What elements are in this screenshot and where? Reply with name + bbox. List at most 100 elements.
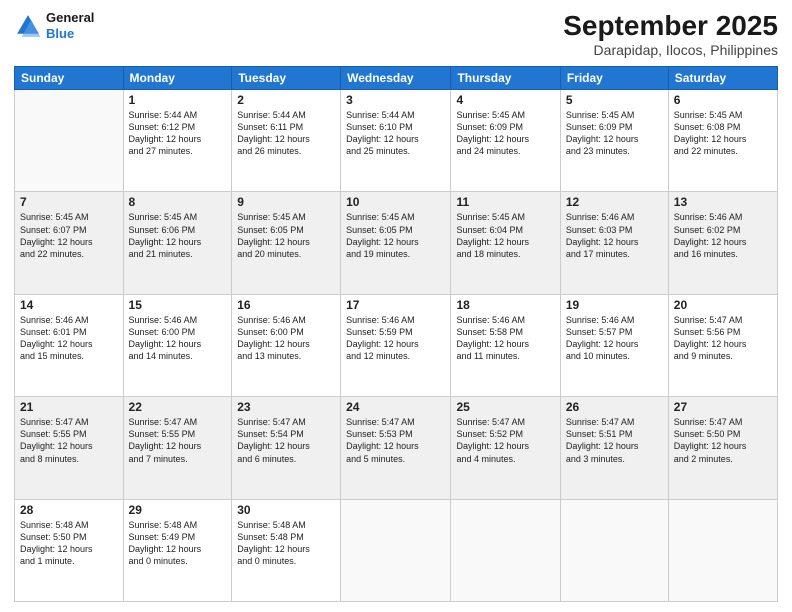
day-number: 13 [674, 195, 772, 209]
logo: General Blue [14, 10, 94, 41]
day-number: 11 [456, 195, 554, 209]
cell-info: Sunrise: 5:44 AM Sunset: 6:12 PM Dayligh… [129, 109, 227, 158]
calendar-cell: 23 Sunrise: 5:47 AM Sunset: 5:54 PM Dayli… [232, 397, 341, 499]
calendar-cell: 2 Sunrise: 5:44 AM Sunset: 6:11 PM Daylig… [232, 90, 341, 192]
cell-info: Sunrise: 5:47 AM Sunset: 5:53 PM Dayligh… [346, 416, 445, 465]
day-number: 16 [237, 298, 335, 312]
cell-info: Sunrise: 5:47 AM Sunset: 5:52 PM Dayligh… [456, 416, 554, 465]
cell-info: Sunrise: 5:47 AM Sunset: 5:54 PM Dayligh… [237, 416, 335, 465]
logo-line1: General [46, 10, 94, 26]
cell-info: Sunrise: 5:46 AM Sunset: 6:02 PM Dayligh… [674, 211, 772, 260]
cell-info: Sunrise: 5:47 AM Sunset: 5:50 PM Dayligh… [674, 416, 772, 465]
col-header-monday: Monday [123, 67, 232, 90]
day-number: 26 [566, 400, 663, 414]
day-number: 15 [129, 298, 227, 312]
day-number: 28 [20, 503, 118, 517]
col-header-thursday: Thursday [451, 67, 560, 90]
calendar-cell: 11 Sunrise: 5:45 AM Sunset: 6:04 PM Dayli… [451, 192, 560, 294]
cell-info: Sunrise: 5:45 AM Sunset: 6:08 PM Dayligh… [674, 109, 772, 158]
col-header-sunday: Sunday [15, 67, 124, 90]
cell-info: Sunrise: 5:47 AM Sunset: 5:55 PM Dayligh… [129, 416, 227, 465]
calendar-cell: 21 Sunrise: 5:47 AM Sunset: 5:55 PM Dayli… [15, 397, 124, 499]
calendar-cell: 20 Sunrise: 5:47 AM Sunset: 5:56 PM Dayli… [668, 294, 777, 396]
cell-info: Sunrise: 5:45 AM Sunset: 6:05 PM Dayligh… [237, 211, 335, 260]
col-header-saturday: Saturday [668, 67, 777, 90]
calendar-cell: 18Sunrise: 5:46 AM Sunset: 5:58 PM Dayli… [451, 294, 560, 396]
calendar-cell: 14Sunrise: 5:46 AM Sunset: 6:01 PM Dayli… [15, 294, 124, 396]
calendar-cell: 4Sunrise: 5:45 AM Sunset: 6:09 PM Daylig… [451, 90, 560, 192]
location: Darapidap, Ilocos, Philippines [563, 42, 778, 58]
calendar-cell: 7 Sunrise: 5:45 AM Sunset: 6:07 PM Daylig… [15, 192, 124, 294]
cell-info: Sunrise: 5:46 AM Sunset: 5:59 PM Dayligh… [346, 314, 445, 363]
calendar-cell: 24 Sunrise: 5:47 AM Sunset: 5:53 PM Dayli… [341, 397, 451, 499]
days-header-row: SundayMondayTuesdayWednesdayThursdayFrid… [15, 67, 778, 90]
day-number: 12 [566, 195, 663, 209]
day-number: 22 [129, 400, 227, 414]
cell-info: Sunrise: 5:44 AM Sunset: 6:10 PM Dayligh… [346, 109, 445, 158]
day-number: 20 [674, 298, 772, 312]
calendar-cell: 5 Sunrise: 5:45 AM Sunset: 6:09 PM Daylig… [560, 90, 668, 192]
cell-info: Sunrise: 5:47 AM Sunset: 5:55 PM Dayligh… [20, 416, 118, 465]
cell-info: Sunrise: 5:45 AM Sunset: 6:07 PM Dayligh… [20, 211, 118, 260]
logo-line2: Blue [46, 26, 94, 42]
calendar-cell: 26 Sunrise: 5:47 AM Sunset: 5:51 PM Dayli… [560, 397, 668, 499]
cell-info: Sunrise: 5:47 AM Sunset: 5:56 PM Dayligh… [674, 314, 772, 363]
day-number: 3 [346, 93, 445, 107]
calendar-cell: 22 Sunrise: 5:47 AM Sunset: 5:55 PM Dayli… [123, 397, 232, 499]
week-row-2: 7 Sunrise: 5:45 AM Sunset: 6:07 PM Daylig… [15, 192, 778, 294]
logo-icon [14, 12, 42, 40]
calendar-cell [451, 499, 560, 601]
day-number: 25 [456, 400, 554, 414]
week-row-1: 1Sunrise: 5:44 AM Sunset: 6:12 PM Daylig… [15, 90, 778, 192]
day-number: 23 [237, 400, 335, 414]
cell-info: Sunrise: 5:48 AM Sunset: 5:49 PM Dayligh… [129, 519, 227, 568]
calendar-cell [15, 90, 124, 192]
week-row-4: 21 Sunrise: 5:47 AM Sunset: 5:55 PM Dayli… [15, 397, 778, 499]
week-row-3: 14Sunrise: 5:46 AM Sunset: 6:01 PM Dayli… [15, 294, 778, 396]
calendar-cell: 19Sunrise: 5:46 AM Sunset: 5:57 PM Dayli… [560, 294, 668, 396]
cell-info: Sunrise: 5:46 AM Sunset: 6:00 PM Dayligh… [237, 314, 335, 363]
calendar-cell: 30 Sunrise: 5:48 AM Sunset: 5:48 PM Dayli… [232, 499, 341, 601]
calendar-cell [560, 499, 668, 601]
cell-info: Sunrise: 5:44 AM Sunset: 6:11 PM Dayligh… [237, 109, 335, 158]
day-number: 6 [674, 93, 772, 107]
calendar-cell: 17Sunrise: 5:46 AM Sunset: 5:59 PM Dayli… [341, 294, 451, 396]
calendar-cell: 6 Sunrise: 5:45 AM Sunset: 6:08 PM Daylig… [668, 90, 777, 192]
day-number: 29 [129, 503, 227, 517]
calendar-cell: 8 Sunrise: 5:45 AM Sunset: 6:06 PM Daylig… [123, 192, 232, 294]
col-header-tuesday: Tuesday [232, 67, 341, 90]
cell-info: Sunrise: 5:45 AM Sunset: 6:04 PM Dayligh… [456, 211, 554, 260]
cell-info: Sunrise: 5:45 AM Sunset: 6:06 PM Dayligh… [129, 211, 227, 260]
month-title: September 2025 [563, 10, 778, 42]
header: General Blue September 2025 Darapidap, I… [14, 10, 778, 58]
cell-info: Sunrise: 5:46 AM Sunset: 5:57 PM Dayligh… [566, 314, 663, 363]
cell-info: Sunrise: 5:45 AM Sunset: 6:09 PM Dayligh… [566, 109, 663, 158]
col-header-friday: Friday [560, 67, 668, 90]
day-number: 9 [237, 195, 335, 209]
day-number: 5 [566, 93, 663, 107]
calendar-cell: 25 Sunrise: 5:47 AM Sunset: 5:52 PM Dayli… [451, 397, 560, 499]
day-number: 7 [20, 195, 118, 209]
calendar-cell: 9 Sunrise: 5:45 AM Sunset: 6:05 PM Daylig… [232, 192, 341, 294]
week-row-5: 28 Sunrise: 5:48 AM Sunset: 5:50 PM Dayli… [15, 499, 778, 601]
col-header-wednesday: Wednesday [341, 67, 451, 90]
calendar-cell: 12Sunrise: 5:46 AM Sunset: 6:03 PM Dayli… [560, 192, 668, 294]
day-number: 10 [346, 195, 445, 209]
cell-info: Sunrise: 5:47 AM Sunset: 5:51 PM Dayligh… [566, 416, 663, 465]
day-number: 27 [674, 400, 772, 414]
cell-info: Sunrise: 5:46 AM Sunset: 6:00 PM Dayligh… [129, 314, 227, 363]
logo-text: General Blue [46, 10, 94, 41]
day-number: 30 [237, 503, 335, 517]
day-number: 4 [456, 93, 554, 107]
calendar-cell: 3 Sunrise: 5:44 AM Sunset: 6:10 PM Daylig… [341, 90, 451, 192]
calendar-cell: 29 Sunrise: 5:48 AM Sunset: 5:49 PM Dayli… [123, 499, 232, 601]
day-number: 8 [129, 195, 227, 209]
day-number: 24 [346, 400, 445, 414]
day-number: 2 [237, 93, 335, 107]
calendar-table: SundayMondayTuesdayWednesdayThursdayFrid… [14, 66, 778, 602]
calendar-cell: 15 Sunrise: 5:46 AM Sunset: 6:00 PM Dayli… [123, 294, 232, 396]
day-number: 21 [20, 400, 118, 414]
cell-info: Sunrise: 5:48 AM Sunset: 5:48 PM Dayligh… [237, 519, 335, 568]
cell-info: Sunrise: 5:48 AM Sunset: 5:50 PM Dayligh… [20, 519, 118, 568]
calendar-cell: 27 Sunrise: 5:47 AM Sunset: 5:50 PM Dayli… [668, 397, 777, 499]
